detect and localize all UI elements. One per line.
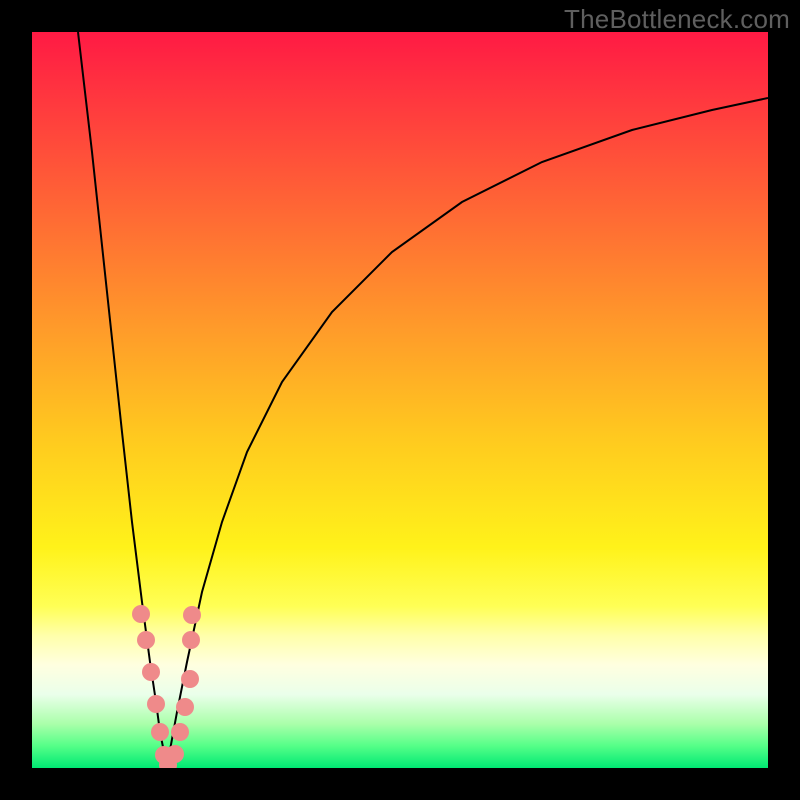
marker-dot [132,605,150,623]
chart-frame: TheBottleneck.com [0,0,800,800]
marker-dot [151,723,169,741]
watermark-text: TheBottleneck.com [564,4,790,35]
chart-svg [32,32,768,768]
marker-dot [176,698,194,716]
gradient-background [32,32,768,768]
plot-area [32,32,768,768]
marker-dot [182,631,200,649]
marker-dot [147,695,165,713]
marker-dot [137,631,155,649]
marker-dot [183,606,201,624]
marker-dot [171,723,189,741]
marker-dot [166,745,184,763]
marker-dot [142,663,160,681]
marker-dot [181,670,199,688]
